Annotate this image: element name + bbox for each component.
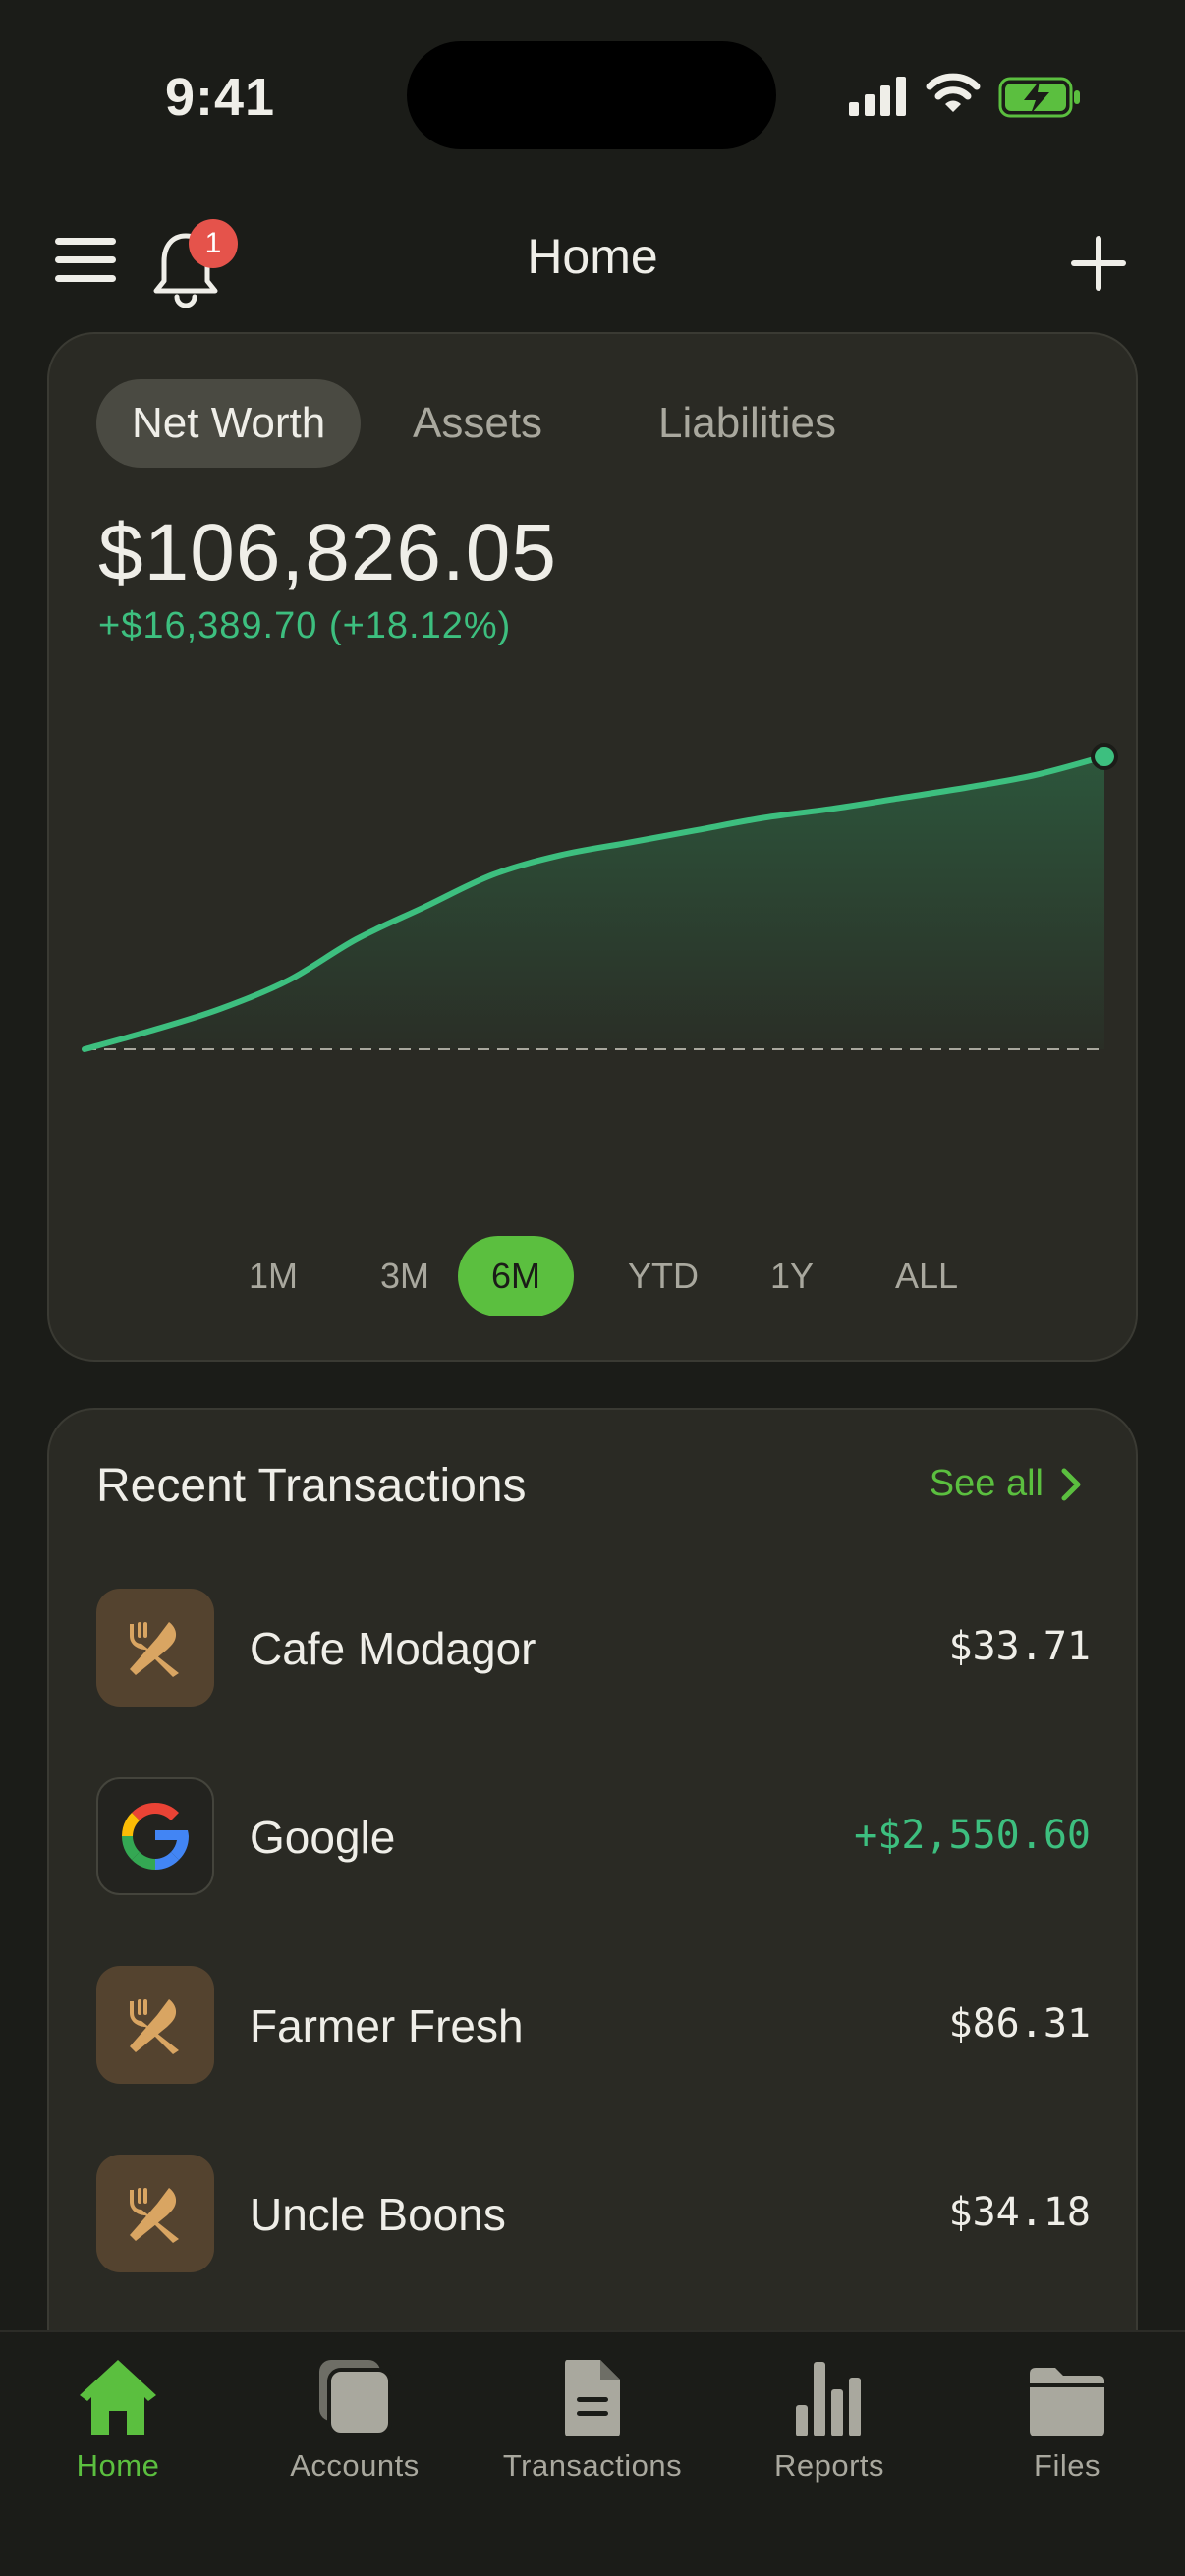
range-all[interactable]: ALL [865,1236,988,1316]
wifi-icon [926,73,981,112]
files-icon [1030,2368,1104,2436]
time-range-selector: 1M 3M 6M YTD 1Y ALL [49,1236,1136,1316]
dynamic-island [407,41,776,149]
tab-assets[interactable]: Assets [377,379,578,468]
tab-bar-reports[interactable]: Reports [711,2354,947,2501]
tab-net-worth[interactable]: Net Worth [96,379,362,468]
tab-bar-home[interactable]: Home [0,2354,236,2501]
net-worth-chart [82,743,1118,1052]
transaction-name: Farmer Fresh [250,2000,524,2051]
net-worth-change: +$16,389.70 (+18.12%) [98,605,512,646]
range-1y[interactable]: 1Y [737,1236,847,1316]
recent-transactions-title: Recent Transactions [96,1460,527,1512]
transaction-amount: $34.18 [948,2190,1092,2235]
tab-bar-label: Files [1034,2448,1100,2483]
tab-bar-label: Transactions [502,2448,683,2483]
fork-knife-icon [96,1589,214,1707]
transaction-row[interactable]: Cafe Modagor $33.71 [96,1589,1091,1707]
status-time: 9:41 [165,68,276,127]
tab-bar-label: Home [76,2448,160,2483]
range-1m[interactable]: 1M [218,1236,328,1316]
transaction-name: Google [250,1812,396,1863]
tab-bar-files[interactable]: Files [949,2354,1185,2501]
transaction-row[interactable]: Google +$2,550.60 [96,1777,1091,1895]
tab-bar-label: Reports [773,2448,885,2483]
app-header: 1 Home [0,206,1185,314]
status-bar: 9:41 [0,0,1185,187]
transaction-amount: $33.71 [948,1624,1092,1669]
transaction-row[interactable]: Farmer Fresh $86.31 [96,1966,1091,2084]
tab-bar-label: Accounts [290,2448,420,2483]
transaction-row[interactable]: Uncle Boons $34.18 [96,2155,1091,2272]
home-icon [80,2360,156,2435]
tab-bar-transactions[interactable]: Transactions [475,2354,710,2501]
cellular-signal-icon [849,77,906,116]
bottom-tab-bar: Home Accounts Transactions Reports Files [0,2330,1185,2576]
reports-icon [796,2362,861,2436]
net-worth-amount: $106,826.05 [98,508,558,597]
transaction-amount: $86.31 [948,2001,1092,2046]
chart-current-point[interactable] [1091,743,1118,771]
range-3m[interactable]: 3M [350,1236,460,1316]
net-worth-card: Net Worth Assets Liabilities $106,826.05… [47,332,1138,1362]
home-screen: 9:41 1 Home Net Worth Assets Liabilities… [0,0,1185,2576]
page-title: Home [527,229,658,284]
range-ytd[interactable]: YTD [601,1236,725,1316]
tab-bar-accounts[interactable]: Accounts [237,2354,473,2501]
see-all-link[interactable]: See all [930,1463,1081,1505]
battery-charging-icon [998,77,1080,118]
google-logo-icon [96,1777,214,1895]
fork-knife-icon [96,1966,214,2084]
see-all-label: See all [929,1463,1044,1504]
transaction-name: Cafe Modagor [250,1623,536,1674]
transaction-name: Uncle Boons [250,2189,506,2240]
tab-liabilities[interactable]: Liabilities [623,379,872,468]
plus-icon[interactable] [1071,236,1126,291]
transactions-icon [565,2360,620,2436]
chevron-right-icon [1061,1468,1081,1500]
fork-knife-icon [96,2155,214,2272]
accounts-icon [319,2360,392,2436]
transaction-amount: +$2,550.60 [854,1813,1091,1858]
range-6m[interactable]: 6M [458,1236,574,1316]
